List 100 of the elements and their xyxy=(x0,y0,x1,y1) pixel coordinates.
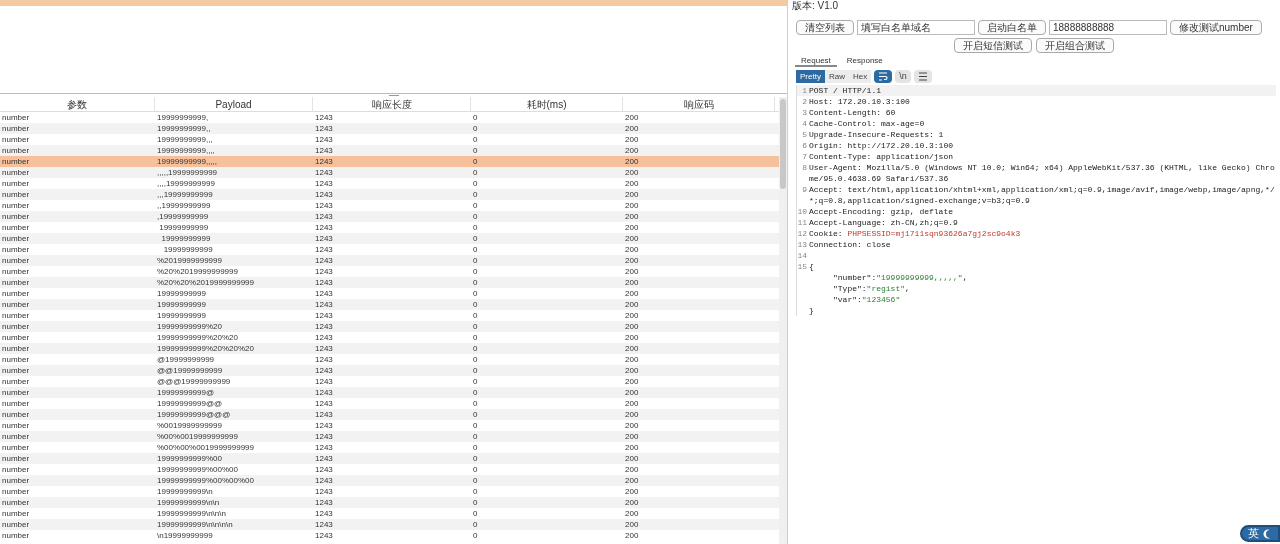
line-number: 4 xyxy=(801,118,808,129)
input-field[interactable]: 填写白名单域名 xyxy=(857,20,975,35)
table-cell-text: \n19999999999 xyxy=(156,530,214,541)
result-row[interactable]: number ,,,,,19999999999 1243 0 200 xyxy=(0,167,779,178)
request-tab[interactable]: Request xyxy=(795,55,837,67)
table-cell-text: 1243 xyxy=(314,310,334,321)
view-mode-tab[interactable]: Hex xyxy=(848,70,872,83)
result-row[interactable]: number @@19999999999 1243 0 200 xyxy=(0,365,779,376)
table-cell-text: 0 xyxy=(472,508,479,519)
wrap-icon xyxy=(878,72,889,81)
code-text: User-Agent: Mozilla/5.0 (Windows NT 10.0; Win64; x64) AppleWebKit/537.36 (KHTML, like Gecko) Chrome/95.0.4638.69 Safari/537.36 xyxy=(809,163,1275,183)
table-cell-text: number xyxy=(1,321,31,332)
table-cell-text: %0019999999999 xyxy=(156,420,223,431)
table-cell-text: 200 xyxy=(624,420,640,431)
result-row[interactable]: number 19999999999,,,,, 1243 0 200 xyxy=(0,156,779,167)
table-cell-text: 1243 xyxy=(314,519,334,530)
table-cell-text: number xyxy=(1,387,31,398)
table-cell-text: 19999999999%20%20 xyxy=(156,332,239,343)
table-cell-text: 200 xyxy=(624,453,640,464)
result-row[interactable]: number 19999999999,,,, 1243 0 200 xyxy=(0,145,779,156)
result-row[interactable]: number 19999999999%00%00%00 1243 0 200 xyxy=(0,475,779,486)
code-text: Content-Length: 60 xyxy=(809,108,896,117)
table-cell-text: 1243 xyxy=(314,321,334,332)
line-number: 8 xyxy=(801,162,808,174)
table-cell-text: 1243 xyxy=(314,365,334,376)
result-row[interactable]: number 19999999999@@@ 1243 0 200 xyxy=(0,409,779,420)
cookie-value: PHPSESSID=mj1711sqn93626a7gj2sc9o4k3 xyxy=(847,229,1021,238)
table-cell-text: 1243 xyxy=(314,134,334,145)
table-cell-text: 1243 xyxy=(314,343,334,354)
input-field[interactable]: 18888888888 xyxy=(1049,20,1167,35)
table-cell-text: 1243 xyxy=(314,332,334,343)
table-cell-text: 1243 xyxy=(314,453,334,464)
table-cell-text: 0 xyxy=(472,409,479,420)
table-cell-text: 19999999999, xyxy=(156,112,210,123)
view-mode-tab[interactable]: Raw xyxy=(824,70,849,83)
menu-toggle[interactable] xyxy=(913,70,932,83)
table-cell-text: 0 xyxy=(472,211,479,222)
table-cell-text: number xyxy=(1,233,31,244)
table-cell-text: 200 xyxy=(624,354,640,365)
result-row[interactable]: number 19999999999%20%20%20 1243 0 200 xyxy=(0,343,779,354)
splitter-handle[interactable] xyxy=(388,95,399,96)
table-cell-text: 1243 xyxy=(314,112,334,123)
table-cell-text: 19999999999%20 xyxy=(156,321,223,332)
table-cell-text: 1243 xyxy=(314,486,334,497)
result-row[interactable]: number %2019999999999 1243 0 200 xyxy=(0,255,779,266)
table-cell-text: 1243 xyxy=(314,387,334,398)
json-key: "var": xyxy=(809,295,862,304)
table-cell-text: 0 xyxy=(472,376,479,387)
code-text: Content-Type: application/json xyxy=(809,152,954,161)
line-number: 6 xyxy=(801,140,808,151)
wrap-toggle[interactable] xyxy=(874,70,893,83)
action-button[interactable]: 启动白名单 xyxy=(978,20,1046,35)
line-number: 5 xyxy=(801,129,808,140)
table-cell-text: number xyxy=(1,222,31,233)
table-cell-text: number xyxy=(1,420,31,431)
result-row[interactable]: number 19999999999 1243 0 200 xyxy=(0,299,779,310)
result-row[interactable]: number ,19999999999 1243 0 200 xyxy=(0,211,779,222)
scrollbar[interactable] xyxy=(779,97,787,544)
result-row[interactable]: number 19999999999%00 1243 0 200 xyxy=(0,453,779,464)
result-row[interactable]: number 19999999999%20 1243 0 200 xyxy=(0,321,779,332)
table-cell-text: 200 xyxy=(624,299,640,310)
table-cell-text: number xyxy=(1,156,31,167)
table-cell-text: 19999999999,,, xyxy=(156,134,214,145)
table-cell-text: 200 xyxy=(624,530,640,541)
result-row[interactable]: number %20%20%2019999999999 1243 0 200 xyxy=(0,277,779,288)
table-cell-text: 1243 xyxy=(314,398,334,409)
result-row[interactable]: number 19999999999\n\n 1243 0 200 xyxy=(0,497,779,508)
line-number: 15 xyxy=(797,261,808,272)
table-cell-text: number xyxy=(1,244,31,255)
json-key: "Type": xyxy=(809,284,867,293)
result-row[interactable]: number ,,,19999999999 1243 0 200 xyxy=(0,189,779,200)
request-tab[interactable]: Response xyxy=(840,55,889,67)
table-cell-text: number xyxy=(1,453,31,464)
table-cell-text: 200 xyxy=(624,442,640,453)
view-mode-tab[interactable]: Pretty xyxy=(796,70,825,83)
result-row[interactable]: number 19999999999,, 1243 0 200 xyxy=(0,123,779,134)
newline-toggle[interactable]: \n xyxy=(895,70,911,83)
result-row[interactable]: number 19999999999 1243 0 200 xyxy=(0,233,779,244)
table-cell-text: number xyxy=(1,464,31,475)
table-cell-text: number xyxy=(1,343,31,354)
table-cell-text: 0 xyxy=(472,354,479,365)
table-cell-text: 200 xyxy=(624,178,640,189)
table-cell-text: 200 xyxy=(624,211,640,222)
table-cell-text: 1243 xyxy=(314,189,334,200)
result-row[interactable]: number 19999999999@ 1243 0 200 xyxy=(0,387,779,398)
action-button[interactable]: 修改测试number xyxy=(1170,20,1262,35)
result-row[interactable]: number 19999999999\n\n\n\n 1243 0 200 xyxy=(0,519,779,530)
table-cell-text: 200 xyxy=(624,376,640,387)
action-button[interactable]: 清空列表 xyxy=(796,20,854,35)
table-cell-text: 0 xyxy=(472,167,479,178)
table-cell-text: 1243 xyxy=(314,420,334,431)
ime-indicator[interactable]: 英 xyxy=(1240,525,1280,542)
json-key: "number": xyxy=(809,273,877,282)
test-button[interactable]: 开启组合测试 xyxy=(1036,38,1114,53)
table-cell-text: 1243 xyxy=(314,288,334,299)
test-button[interactable]: 开启短信测试 xyxy=(954,38,1032,53)
table-cell-text: 0 xyxy=(472,233,479,244)
table-cell-text: number xyxy=(1,167,31,178)
result-row[interactable]: number %00%0019999999999 1243 0 200 xyxy=(0,431,779,442)
table-cell-text: 0 xyxy=(472,112,479,123)
